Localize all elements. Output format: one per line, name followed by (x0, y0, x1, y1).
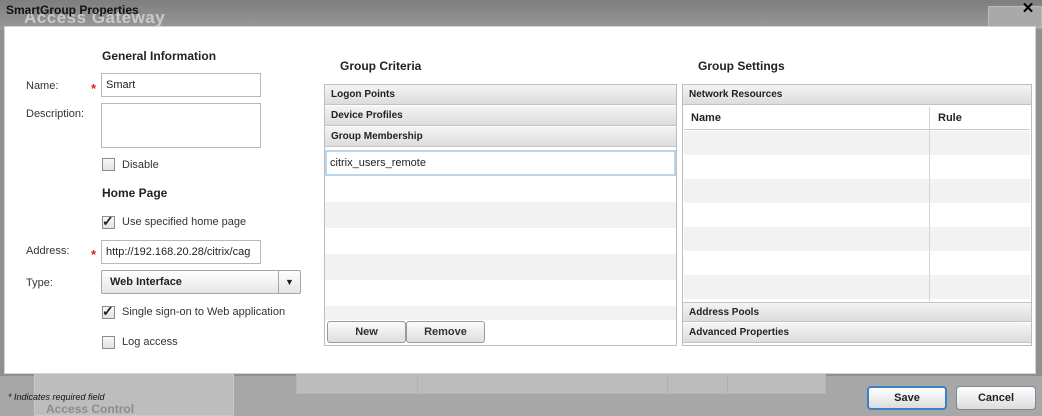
table-row[interactable] (684, 179, 1030, 203)
column-divider (929, 107, 930, 301)
address-input[interactable] (101, 240, 261, 264)
use-home-page-checkbox[interactable]: ✓ (102, 213, 115, 229)
general-information-title: General Information (102, 49, 217, 63)
use-home-page-label: Use specified home page (122, 216, 247, 228)
background-table (296, 372, 826, 394)
disable-checkbox[interactable] (102, 158, 115, 171)
sso-checkbox[interactable]: ✓ (102, 303, 115, 319)
log-access-label: Log access (122, 336, 178, 348)
address-label: Address: (26, 245, 70, 257)
cancel-button[interactable]: Cancel (956, 386, 1036, 410)
dialog-title: SmartGroup Properties (6, 3, 139, 17)
background-nav-item: Access Control (46, 402, 135, 416)
list-item[interactable] (325, 228, 676, 254)
address-pools-header[interactable]: Address Pools (683, 302, 1031, 322)
network-resources-header[interactable]: Network Resources (683, 85, 1031, 105)
list-item[interactable] (325, 306, 676, 320)
log-access-checkbox[interactable] (102, 336, 115, 349)
device-profiles-header[interactable]: Device Profiles (325, 106, 676, 126)
table-row[interactable] (684, 227, 1030, 251)
list-item[interactable] (325, 202, 676, 228)
list-item[interactable] (325, 176, 676, 202)
new-button[interactable]: New (327, 321, 406, 343)
table-row[interactable] (684, 251, 1030, 275)
group-criteria-title: Group Criteria (340, 59, 422, 73)
list-item[interactable]: citrix_users_remote (325, 150, 676, 176)
save-button[interactable]: Save (867, 386, 947, 410)
advanced-properties-header[interactable]: Advanced Properties (683, 323, 1031, 343)
logon-points-header[interactable]: Logon Points (325, 85, 676, 105)
smartgroup-properties-dialog: General Information Name: * Description:… (4, 26, 1036, 374)
type-label: Type: (26, 277, 53, 289)
table-row[interactable] (684, 275, 1030, 299)
home-page-title: Home Page (102, 186, 168, 200)
check-icon: ✓ (102, 303, 114, 319)
column-header-name[interactable]: Name (691, 112, 721, 124)
required-field-note: * Indicates required field (8, 392, 105, 402)
table-row[interactable] (684, 155, 1030, 179)
list-item[interactable] (325, 280, 676, 306)
group-criteria-panel: Logon Points Device Profiles Group Membe… (324, 84, 677, 346)
member-name: citrix_users_remote (330, 157, 426, 169)
group-settings-title: Group Settings (698, 59, 785, 73)
check-icon: ✓ (102, 213, 114, 229)
description-label: Description: (26, 108, 85, 120)
group-membership-header[interactable]: Group Membership (325, 127, 676, 147)
address-required-marker: * (91, 247, 97, 262)
chevron-down-icon[interactable]: ▼ (278, 271, 300, 293)
table-row[interactable] (684, 131, 1030, 155)
dialog-titlebar: SmartGroup Properties ✕ (0, 0, 1042, 22)
sso-label: Single sign-on to Web application (122, 306, 286, 318)
description-input[interactable] (101, 103, 261, 148)
column-header-rule[interactable]: Rule (938, 112, 962, 124)
list-item[interactable] (325, 254, 676, 280)
remove-button[interactable]: Remove (406, 321, 485, 343)
name-input[interactable] (101, 73, 261, 97)
type-select-value: Web Interface (110, 276, 182, 288)
disable-label: Disable (122, 159, 159, 171)
name-label: Name: (26, 80, 59, 92)
type-select[interactable]: Web Interface ▼ (101, 270, 301, 294)
name-required-marker: * (91, 81, 97, 96)
network-resources-table-header: Name Rule (684, 107, 1030, 130)
close-icon[interactable]: ✕ (1020, 1, 1036, 17)
group-settings-panel: Network Resources Name Rule Address Pool… (682, 84, 1032, 346)
table-row[interactable] (684, 203, 1030, 227)
